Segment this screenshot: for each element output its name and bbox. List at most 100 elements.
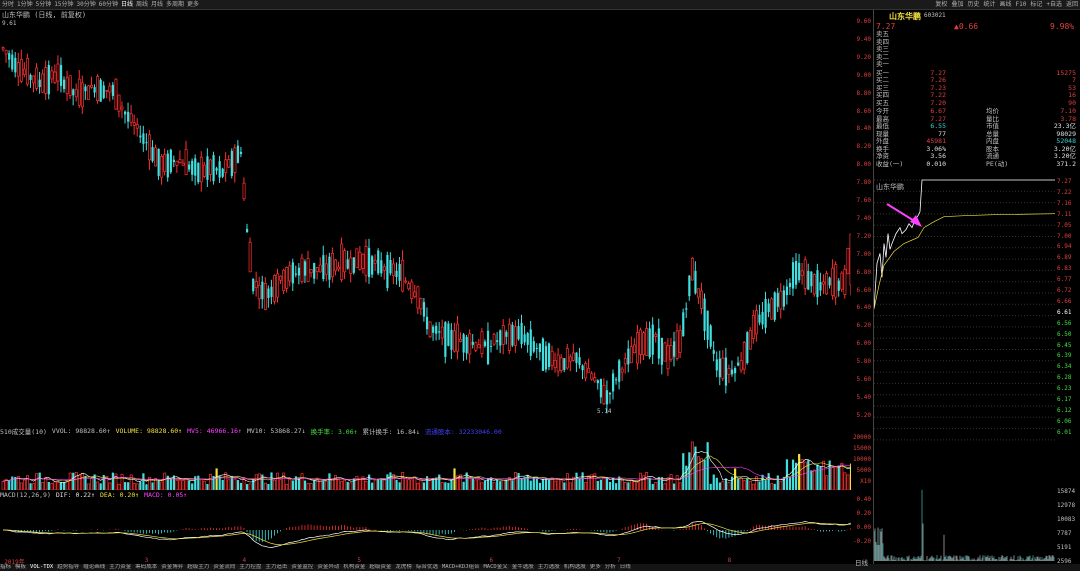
period-tab-9[interactable]: 多周期 [166,0,184,9]
volume-bar [257,473,261,490]
tool-button-1[interactable]: 叠加 [951,0,963,9]
indicator-tab-4[interactable]: 缠论画线 [83,564,105,571]
candle-body [331,252,334,278]
volume-bar [242,478,246,490]
indicator-tab-10[interactable]: 主力控盘 [239,564,261,571]
indicator-tab-8[interactable]: 超级主力 [187,564,209,571]
tool-button-7[interactable]: +自选 [1046,0,1062,9]
indicator-tab-17[interactable]: 综合优选 [416,564,438,571]
indicator-tab-0[interactable]: 指标 [0,564,11,571]
indicator-tab-1[interactable]: 模板 [15,564,26,571]
indicator-tab-22[interactable]: 机构选股 [564,564,586,571]
candle-body [550,350,554,366]
volume-bar [236,480,240,490]
period-tab-6[interactable]: 日线 [121,0,133,9]
indicator-tab-24[interactable]: 分析 [605,564,616,571]
macd-axis-label: -0.20 [852,538,871,545]
volume-bar [742,480,746,490]
volume-bar [767,473,770,490]
indicator-tab-18[interactable]: MACD+KDJ组合 [442,564,480,571]
indicator-tab-9[interactable]: 资金流向 [213,564,235,571]
volume-bar [477,478,481,490]
indicator-tab-3[interactable]: 趋势指导 [57,564,79,571]
indicator-tab-6[interactable]: 筹码成本 [135,564,157,571]
period-tab-4[interactable]: 30分钟 [77,0,96,9]
indicator-tab-23[interactable]: 更多 [590,564,601,571]
candle-body [453,330,456,352]
volume-bar [529,480,532,490]
macd-chart[interactable] [0,500,851,557]
tool-button-3[interactable]: 统计 [983,0,995,9]
indicator-tab-12[interactable]: 资金监控 [291,564,313,571]
volume-bar [492,482,496,490]
indicator-tab-20[interactable]: 金牛选股 [512,564,534,571]
candle-body [703,298,706,332]
volume-bar [730,476,734,490]
indicator-tab-13[interactable]: 资金异动 [317,564,339,571]
candle-body [248,241,252,273]
indicator-tab-19[interactable]: MACD金叉 [483,564,507,571]
period-tab-2[interactable]: 5分钟 [36,0,52,9]
candle-body [352,257,355,273]
tool-button-2[interactable]: 历史 [967,0,979,9]
candle-body [840,272,844,290]
candle-body [261,281,264,300]
candle-body [120,106,124,110]
indicator-tab-5[interactable]: 主力资金 [109,564,131,571]
volume-bar [364,480,368,490]
volume-bar [224,472,228,490]
volume-bar [602,477,606,490]
period-tab-7[interactable]: 周线 [136,0,148,9]
volume-bar [648,477,651,490]
indicator-tab-11[interactable]: 主力追击 [265,564,287,571]
volume-bar [368,474,371,490]
intraday-axis-label: 6.34 [1057,363,1072,371]
indicator-tab-16[interactable]: 龙虎榜 [395,564,412,571]
volume-chart[interactable] [0,436,851,490]
indicator-tab-14[interactable]: 机构资金 [343,564,365,571]
indicator-tab-25[interactable]: 日线 [620,564,631,571]
candle-body [471,341,474,345]
volume-bar [620,479,624,490]
intraday-chart[interactable] [874,178,1055,563]
intraday-axis: 7.27 7.22 7.16 7.11 7.05 7.00 6.94 6.89 6.83 6.77… [1055,178,1080,565]
candle-body [767,303,770,312]
candle-body [56,63,60,82]
volume-bar [239,482,243,490]
candle-body [114,78,118,110]
period-tab-3[interactable]: 15分钟 [54,0,73,9]
volume-bar [199,478,203,490]
buy-level-2-value2: 7 [1072,76,1076,84]
tool-button-0[interactable]: 复权 [935,0,947,9]
tool-button-5[interactable]: F10 [1016,0,1027,9]
indicator-tab-7[interactable]: 资金博弈 [161,564,183,571]
candle-body [276,273,280,298]
candle-body [819,282,822,291]
volume-bar [559,480,563,490]
volume-bar [41,482,45,490]
period-tab-10[interactable]: 更多 [187,0,199,9]
indicator-tab-15[interactable]: 超级资金 [369,564,391,571]
candle-body [843,268,847,295]
cum-turnover-value: 累计换手: 16.84↓ [362,428,420,436]
period-tab-1[interactable]: 1分钟 [17,0,33,9]
candlestick-chart[interactable] [0,18,851,426]
indicator-tab-2[interactable]: VOL-TDX [30,564,53,571]
stat-row-2-label: 最低 [876,122,889,130]
candle-body [465,336,468,354]
tool-button-4[interactable]: 画线 [999,0,1011,9]
candle-body [318,264,322,273]
volume-bar [507,477,511,490]
volume-bar [535,478,538,490]
indicator-tab-21[interactable]: 主力选股 [538,564,560,571]
volume-bar [761,474,764,490]
candle-body [553,360,557,369]
period-tab-5[interactable]: 60分钟 [99,0,118,9]
period-tab-8[interactable]: 月线 [151,0,163,9]
tool-button-6[interactable]: 标记 [1030,0,1042,9]
candle-body [117,94,121,112]
tool-button-8[interactable]: 返回 [1066,0,1078,9]
vvol-value: VVOL: 98828.60↑ [51,427,111,435]
volume-bar [377,478,380,490]
period-tab-0[interactable]: 分时 [2,0,14,9]
